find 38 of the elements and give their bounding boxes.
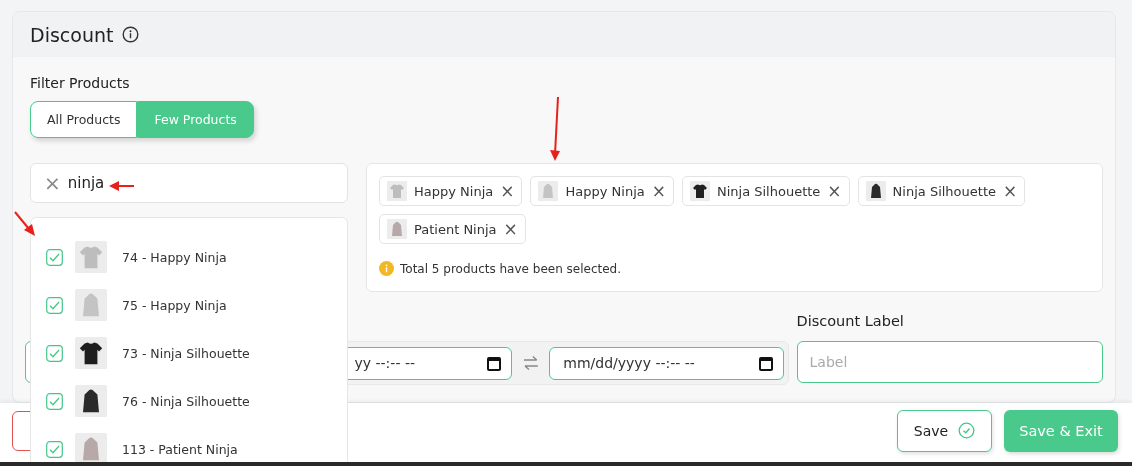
- check-circle-icon: [958, 422, 976, 439]
- result-item[interactable]: 75 - Happy Ninja: [31, 281, 347, 329]
- product-tag[interactable]: Patient Ninja ×: [379, 214, 526, 244]
- checkbox[interactable]: [46, 344, 63, 362]
- result-item[interactable]: 113 - Patient Ninja: [31, 425, 347, 462]
- filter-tab[interactable]: All Products: [30, 101, 138, 138]
- end-date-field[interactable]: mm/dd/yyyy --:-- --: [549, 346, 784, 380]
- save-button[interactable]: Save: [897, 409, 992, 452]
- result-item[interactable]: 76 - Ninja Silhouette: [31, 377, 347, 425]
- remove-icon[interactable]: ×: [651, 182, 666, 200]
- card-title: Discount: [30, 23, 114, 46]
- annotation-arrow: [109, 181, 135, 191]
- label-input[interactable]: Label: [796, 341, 1103, 383]
- product-tag[interactable]: Happy Ninja ×: [530, 176, 674, 206]
- remove-icon[interactable]: ×: [503, 220, 518, 238]
- calendar-icon[interactable]: [486, 355, 501, 371]
- product-tag[interactable]: Ninja Silhouette ×: [857, 176, 1026, 206]
- checkbox[interactable]: [46, 440, 63, 458]
- filter-label: Filter Products: [30, 75, 131, 91]
- info-icon: [122, 26, 140, 43]
- remove-icon[interactable]: ×: [500, 182, 515, 200]
- search-field[interactable]: × ninja: [30, 163, 348, 203]
- checkbox[interactable]: [46, 248, 63, 266]
- calendar-icon[interactable]: [758, 355, 773, 371]
- info-icon: [379, 261, 394, 276]
- swap-icon: [521, 355, 540, 371]
- result-item[interactable]: 74 - Happy Ninja: [31, 233, 347, 281]
- selection-note: Total 5 products have been selected.: [400, 261, 622, 276]
- product-tag[interactable]: Ninja Silhouette ×: [681, 176, 850, 206]
- clear-icon[interactable]: ×: [44, 173, 61, 193]
- product-tag[interactable]: Happy Ninja ×: [379, 176, 523, 206]
- field-label: Discount Label: [796, 313, 905, 331]
- annotation-arrow: [549, 96, 563, 162]
- remove-icon[interactable]: ×: [827, 182, 842, 200]
- checkbox[interactable]: [46, 296, 63, 314]
- checkbox[interactable]: [46, 392, 63, 410]
- annotation-arrow: [14, 211, 36, 237]
- remove-icon[interactable]: ×: [1003, 182, 1018, 200]
